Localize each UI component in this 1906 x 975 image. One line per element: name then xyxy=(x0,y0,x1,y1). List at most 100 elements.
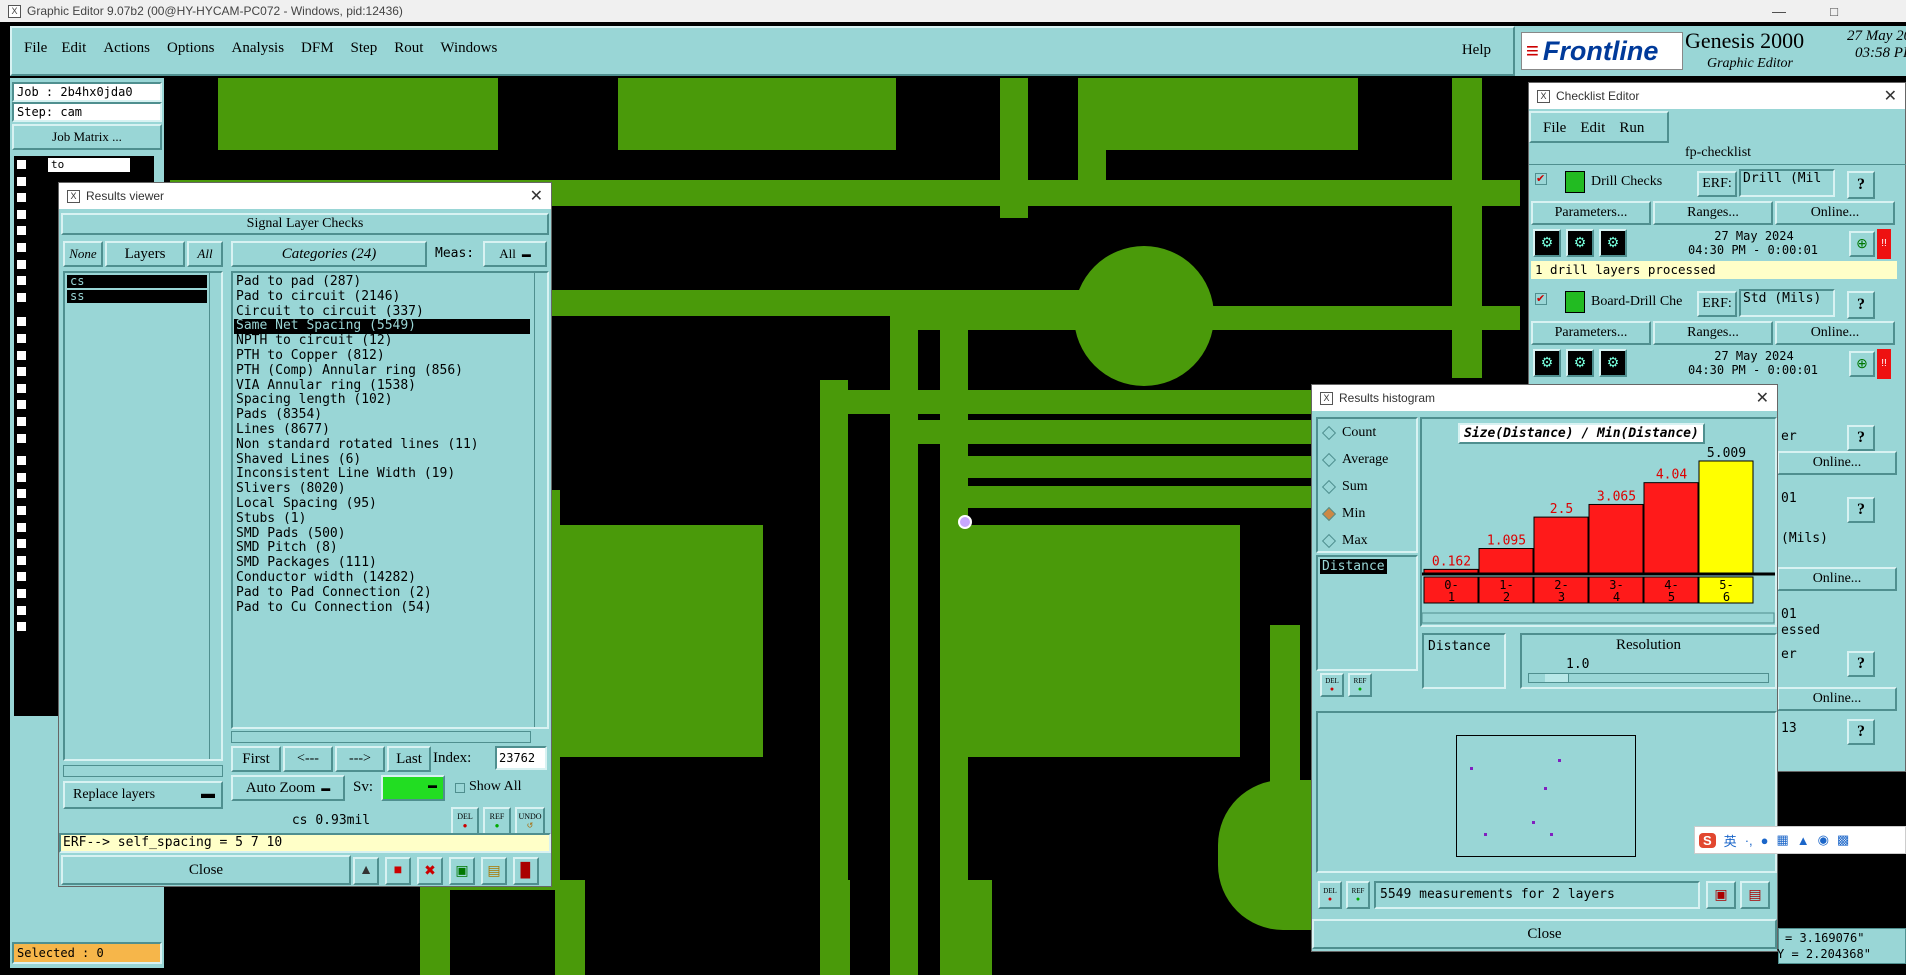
online-button[interactable]: Online... xyxy=(1775,321,1895,345)
close-button[interactable]: Close xyxy=(61,855,351,885)
histogram-bar[interactable] xyxy=(1698,460,1754,574)
menu-dfm[interactable]: DFM xyxy=(301,40,334,57)
histogram-bar[interactable] xyxy=(1588,503,1644,574)
layer-row-checkbox[interactable] xyxy=(16,538,27,550)
erf-value[interactable]: Std (Mils) xyxy=(1739,289,1835,317)
category-item[interactable]: PTH (Comp) Annular ring (856) xyxy=(234,363,530,379)
menu-edit[interactable]: Edit xyxy=(61,40,86,57)
menu-step[interactable]: Step xyxy=(351,40,378,57)
histogram-attr-list[interactable]: Distance xyxy=(1316,555,1418,671)
layer-item[interactable]: ss xyxy=(67,290,207,303)
category-item[interactable]: Pad to Pad Connection (2) xyxy=(234,585,530,601)
measurement-dot[interactable] xyxy=(1470,767,1473,770)
layer-row-checkbox[interactable] xyxy=(16,399,27,411)
histogram-bar[interactable] xyxy=(1643,482,1699,574)
help-button[interactable]: ? xyxy=(1847,651,1875,677)
layer-row-checkbox[interactable] xyxy=(16,366,27,378)
help-button[interactable]: ? xyxy=(1847,719,1875,745)
attr-list-item[interactable]: Distance xyxy=(1320,559,1387,574)
punct-icon[interactable]: ·, xyxy=(1745,833,1753,848)
run-icon[interactable]: ⚙ xyxy=(1533,349,1561,377)
layer-row-checkbox[interactable] xyxy=(16,621,27,633)
hist-option-min[interactable]: Min xyxy=(1321,504,1365,524)
help-button[interactable]: ? xyxy=(1847,425,1875,451)
measurement-dot[interactable] xyxy=(1544,787,1547,790)
category-item[interactable]: Slivers (8020) xyxy=(234,481,530,497)
layer-row-checkbox[interactable] xyxy=(16,471,27,483)
layer-row-checkbox[interactable] xyxy=(16,258,27,270)
layer-row-checkbox[interactable] xyxy=(16,432,27,444)
menu-rout[interactable]: Rout xyxy=(394,40,423,57)
layer-row-checkbox[interactable] xyxy=(16,316,27,328)
ime-lang[interactable]: 英 xyxy=(1724,831,1737,850)
layer-row-checkbox[interactable] xyxy=(16,225,27,237)
layer-row-checkbox[interactable] xyxy=(16,382,27,394)
index-input[interactable]: 23762 xyxy=(495,746,547,770)
menu-analysis[interactable]: Analysis xyxy=(232,40,285,57)
layer-row-checkbox[interactable] xyxy=(16,455,27,467)
layer-row-checkbox[interactable] xyxy=(16,175,27,187)
hist-ref-button[interactable]: REF ● xyxy=(1348,673,1372,697)
category-item[interactable]: Inconsistent Line Width (19) xyxy=(234,467,530,482)
help-button[interactable]: ? xyxy=(1847,291,1875,319)
layer-row-checkbox[interactable] xyxy=(16,333,27,344)
check-item-name[interactable]: Drill Checks xyxy=(1591,174,1703,190)
layer-scrollbar[interactable] xyxy=(209,273,221,759)
check-item-name[interactable]: Board-Drill Che xyxy=(1591,294,1703,310)
category-item[interactable]: Local Spacing (95) xyxy=(234,496,530,512)
tool-delete-icon[interactable]: ✖ xyxy=(417,857,443,885)
chart-print-icon[interactable]: ▤ xyxy=(1740,881,1770,909)
category-item[interactable]: Lines (8677) xyxy=(234,422,530,438)
layer-row-checkbox[interactable] xyxy=(16,571,27,583)
parameters-button[interactable]: Parameters... xyxy=(1531,321,1651,345)
layers-none-button[interactable]: None xyxy=(63,241,103,267)
partial-online-button[interactable]: Online... xyxy=(1777,687,1897,711)
categories-button[interactable]: Categories (24) xyxy=(231,241,427,267)
category-item[interactable]: Stubs (1) xyxy=(234,511,530,527)
first-button[interactable]: First xyxy=(231,746,281,772)
layer-listbox[interactable]: cs ss xyxy=(63,271,223,761)
show-all-checkbox[interactable] xyxy=(455,783,465,793)
category-item[interactable]: Pad to pad (287) xyxy=(234,274,530,290)
layer-row-checkbox[interactable] xyxy=(16,604,27,616)
layer-row-checkbox[interactable] xyxy=(16,291,27,303)
menu-actions[interactable]: Actions xyxy=(103,40,150,57)
hist-option-average[interactable]: Average xyxy=(1321,450,1388,470)
histogram-bar[interactable] xyxy=(1423,568,1479,574)
next-button[interactable]: ---> xyxy=(335,746,385,772)
zoom-icon[interactable]: ⊕ xyxy=(1849,351,1875,377)
category-hscroll[interactable] xyxy=(231,731,531,743)
category-item[interactable]: SMD Packages (111) xyxy=(234,555,530,571)
layers-all-button[interactable]: All xyxy=(187,241,223,267)
partial-online-button[interactable]: Online... xyxy=(1777,567,1897,591)
layer-row-checkbox[interactable] xyxy=(16,242,27,253)
undo-button[interactable]: UNDO ↺ xyxy=(515,807,545,835)
ime-toolbar[interactable]: S 英 ·, ● ▦ ▲ ◉ ▩ xyxy=(1694,826,1906,854)
close-icon[interactable]: ✕ xyxy=(1884,86,1897,106)
category-item[interactable]: Same Net Spacing (5549) xyxy=(234,319,530,335)
help-button[interactable]: ? xyxy=(1847,171,1875,199)
layer-row-checkbox[interactable] xyxy=(16,192,27,204)
parameters-button[interactable]: Parameters... xyxy=(1531,201,1651,225)
tool-count-icon[interactable]: ▣ xyxy=(449,857,475,885)
check-item-checkbox[interactable]: ✔ xyxy=(1535,173,1547,185)
category-item[interactable]: NPTH to circuit (12) xyxy=(234,333,530,349)
online-button[interactable]: Online... xyxy=(1775,201,1895,225)
tool-report-icon[interactable]: ▤ xyxy=(481,857,507,885)
category-item[interactable]: Spacing length (102) xyxy=(234,393,530,408)
replace-layers-dropdown[interactable]: Replace layers ▬ xyxy=(63,781,223,809)
category-item[interactable]: Non standard rotated lines (11) xyxy=(234,437,530,453)
layer-row-checkbox[interactable] xyxy=(16,159,27,170)
category-item[interactable]: VIA Annular ring (1538) xyxy=(234,378,530,394)
category-item[interactable]: Pad to Cu Connection (54) xyxy=(234,600,530,616)
category-item[interactable]: Pads (8354) xyxy=(234,407,530,423)
menu-help[interactable]: Help xyxy=(1462,42,1491,59)
layer-item[interactable]: cs xyxy=(67,275,207,288)
layer-row-checkbox[interactable] xyxy=(16,505,27,516)
category-scrollbar[interactable] xyxy=(534,273,547,727)
menu-options[interactable]: Options xyxy=(167,40,215,57)
category-item[interactable]: PTH to Copper (812) xyxy=(234,348,530,364)
checklist-menu-file[interactable]: File xyxy=(1543,120,1566,137)
hist-del-button[interactable]: DEL ● xyxy=(1320,673,1344,697)
maximize-icon[interactable]: □ xyxy=(1830,4,1838,19)
